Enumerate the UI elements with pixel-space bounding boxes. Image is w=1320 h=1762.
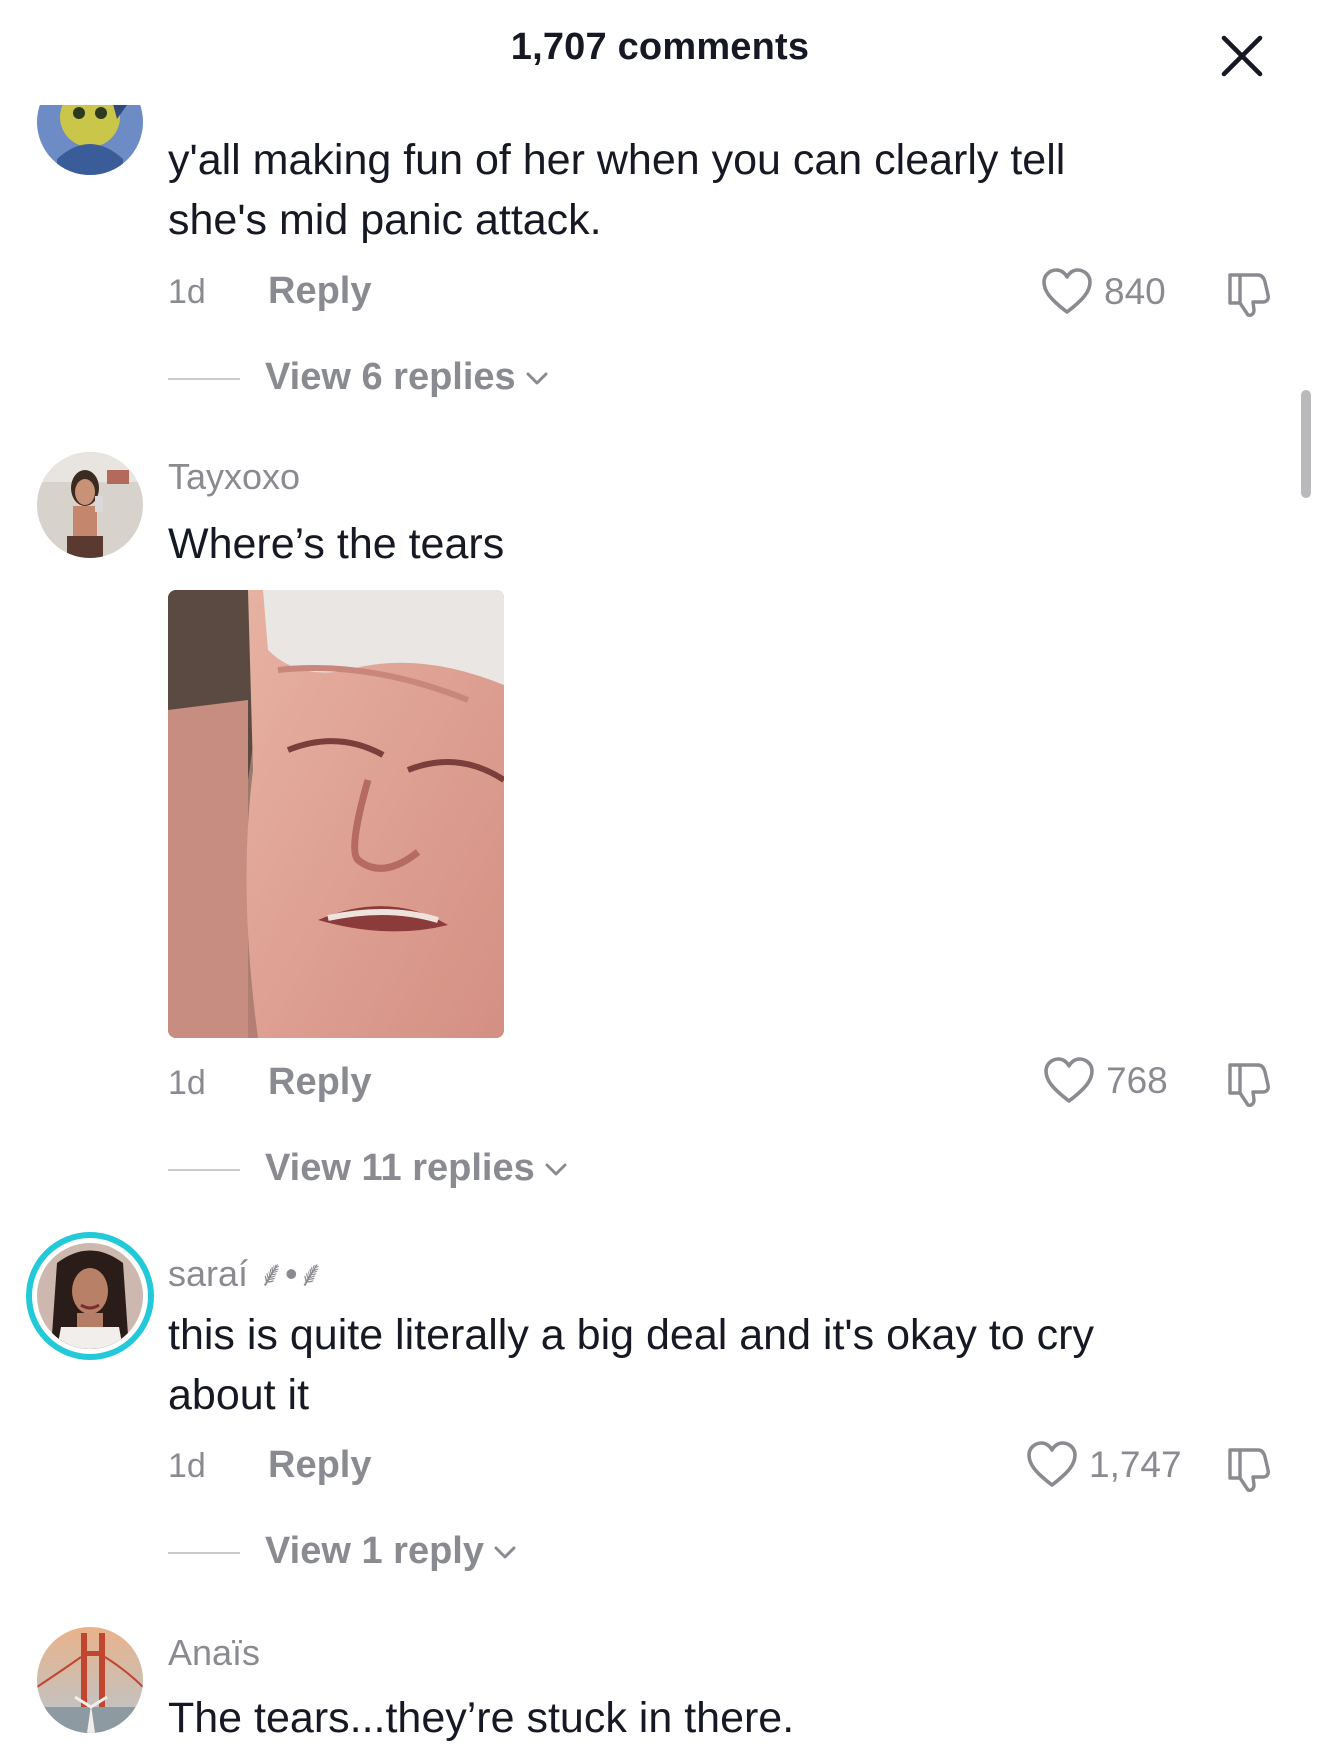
header: 1,707 comments — [0, 0, 1320, 105]
comment-text-line: y'all making fun of her when you can cle… — [168, 136, 1066, 184]
thumbs-down-icon[interactable] — [1220, 1440, 1276, 1496]
like-count: 840 — [1104, 271, 1166, 312]
thumbs-down-icon[interactable] — [1220, 1055, 1276, 1111]
like-button[interactable]: 768 — [1042, 1055, 1168, 1107]
username[interactable]: Anaïs — [168, 1632, 260, 1674]
view-replies-label: View 11 replies — [265, 1147, 535, 1189]
like-button[interactable]: 840 — [1040, 266, 1166, 318]
reply-button[interactable]: Reply — [268, 1061, 371, 1104]
view-replies-button[interactable]: View 11 replies — [265, 1147, 569, 1190]
chevron-down-icon — [526, 372, 548, 384]
avatar[interactable] — [37, 1243, 143, 1349]
avatar[interactable] — [37, 452, 143, 558]
view-replies-button[interactable]: View 6 replies — [265, 356, 550, 399]
username[interactable]: Tayxoxo — [168, 456, 300, 498]
comment-text: this is quite literally a big deal and i… — [168, 1305, 1238, 1425]
comment-text-line: this is quite literally a big deal and i… — [168, 1311, 1094, 1359]
comments-sheet: y'all making fun of her when you can cle… — [0, 0, 1320, 1762]
comment-text-line: Where’s the tears — [168, 520, 505, 568]
username[interactable]: saraí ⸙•⸙ — [168, 1248, 325, 1297]
replies-divider — [168, 378, 240, 380]
like-count: 768 — [1106, 1060, 1168, 1101]
like-button[interactable]: 1,747 — [1025, 1439, 1182, 1491]
reply-button[interactable]: Reply — [268, 270, 371, 313]
comment-text: Where’s the tears — [168, 514, 1238, 574]
comment-time: 1d — [168, 1447, 206, 1485]
comment-time: 1d — [168, 1064, 206, 1102]
comment-text-line: The tears...they’re stuck in there. — [168, 1694, 795, 1742]
comment-text-line: she's mid panic attack. — [168, 196, 602, 244]
comment-text: The tears...they’re stuck in there. — [168, 1688, 1238, 1748]
view-replies-button[interactable]: View 1 reply — [265, 1530, 518, 1573]
comment-text-line: about it — [168, 1371, 310, 1419]
comment-image[interactable] — [168, 590, 504, 1038]
like-count: 1,747 — [1089, 1444, 1182, 1485]
heart-icon — [1027, 1441, 1077, 1487]
scrollbar[interactable] — [1301, 390, 1311, 498]
view-replies-label: View 6 replies — [265, 356, 516, 398]
comment-list[interactable]: y'all making fun of her when you can cle… — [0, 0, 1320, 1762]
view-replies-label: View 1 reply — [265, 1530, 484, 1572]
heart-icon — [1042, 268, 1092, 314]
comment-text: y'all making fun of her when you can cle… — [168, 130, 1238, 250]
replies-divider — [168, 1169, 240, 1171]
thumbs-down-icon[interactable] — [1220, 265, 1276, 321]
comments-count-title: 1,707 comments — [510, 26, 810, 68]
reply-button[interactable]: Reply — [268, 1444, 371, 1487]
avatar[interactable] — [37, 1627, 143, 1733]
heart-icon — [1044, 1057, 1094, 1103]
replies-divider — [168, 1552, 240, 1554]
close-icon[interactable] — [1212, 26, 1272, 86]
chevron-down-icon — [545, 1163, 567, 1175]
chevron-down-icon — [494, 1546, 516, 1558]
comment-time: 1d — [168, 273, 206, 311]
